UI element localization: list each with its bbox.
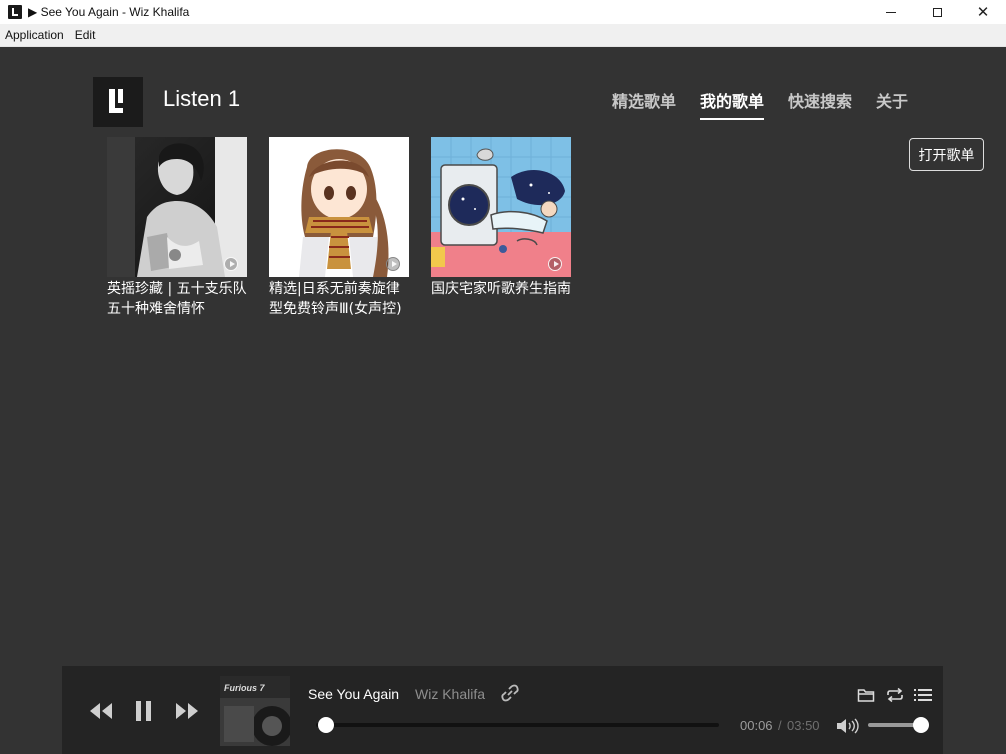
tab-featured-playlists[interactable]: 精选歌单 (612, 88, 676, 120)
play-icon[interactable] (386, 257, 400, 271)
window-title: ▶ See You Again - Wiz Khalifa (28, 5, 190, 19)
app-name: Listen 1 (163, 86, 241, 111)
song-artist[interactable]: Wiz Khalifa (415, 686, 485, 702)
window-controls: ✕ (868, 0, 1006, 24)
prev-icon[interactable] (88, 700, 114, 722)
volume-thumb[interactable] (913, 717, 930, 733)
link-icon[interactable] (501, 684, 519, 702)
menu-bar: Application Edit (0, 24, 1006, 47)
playlist-icon[interactable] (914, 687, 932, 703)
album-art[interactable]: Furious 7 (220, 676, 290, 746)
app-logo (93, 77, 143, 127)
volume-slider[interactable] (868, 717, 930, 733)
volume-icon[interactable] (835, 718, 859, 734)
repeat-icon[interactable] (885, 687, 905, 703)
title-bar: ▶ See You Again - Wiz Khalifa ✕ (0, 0, 1006, 24)
tab-quick-search[interactable]: 快速搜索 (788, 88, 852, 120)
playlist-card[interactable]: 精选|日系无前奏旋律型免费铃声Ⅲ(女声控) (269, 137, 409, 319)
play-icon[interactable] (548, 257, 562, 271)
total-time: 03:50 (787, 718, 820, 733)
current-time: 00:06 (740, 718, 773, 733)
playlist-title[interactable]: 国庆宅家听歌养生指南 (431, 279, 571, 299)
folder-icon[interactable] (857, 687, 875, 703)
playlist-cover[interactable] (269, 137, 409, 277)
open-playlist-button[interactable]: 打开歌单 (909, 138, 984, 171)
pause-icon[interactable] (134, 700, 154, 722)
maximize-icon (932, 7, 942, 17)
close-button[interactable]: ✕ (960, 0, 1006, 24)
menu-application[interactable]: Application (0, 28, 70, 42)
close-icon: ✕ (976, 3, 990, 21)
playlist-card[interactable]: 英摇珍藏 | 五十支乐队五十种难舍情怀 (107, 137, 247, 319)
menu-edit[interactable]: Edit (70, 28, 102, 42)
tab-my-playlists[interactable]: 我的歌单 (700, 88, 765, 120)
playlist-cover[interactable] (431, 137, 571, 277)
app-logo-icon (8, 5, 22, 19)
minimize-button[interactable] (868, 0, 914, 24)
playlist-title[interactable]: 精选|日系无前奏旋律型免费铃声Ⅲ(女声控) (269, 279, 409, 319)
playlist-card[interactable]: 国庆宅家听歌养生指南 (431, 137, 571, 299)
playlist-cover[interactable] (107, 137, 247, 277)
minimize-icon (886, 11, 896, 13)
next-icon[interactable] (174, 700, 200, 722)
time-separator: / (778, 718, 782, 733)
nav-tabs: 精选歌单 我的歌单 快速搜索 关于 (612, 88, 932, 120)
progress-bar[interactable] (316, 717, 719, 733)
progress-thumb[interactable] (318, 717, 335, 733)
song-title: See You Again (308, 686, 400, 702)
album-art-text: Furious 7 (224, 683, 265, 693)
playlist-title[interactable]: 英摇珍藏 | 五十支乐队五十种难舍情怀 (107, 279, 247, 319)
maximize-button[interactable] (914, 0, 960, 24)
player-bar: Furious 7 See You Again Wiz Khalifa 00:0… (62, 666, 943, 754)
tab-about[interactable]: 关于 (876, 88, 908, 120)
play-icon[interactable] (224, 257, 238, 271)
